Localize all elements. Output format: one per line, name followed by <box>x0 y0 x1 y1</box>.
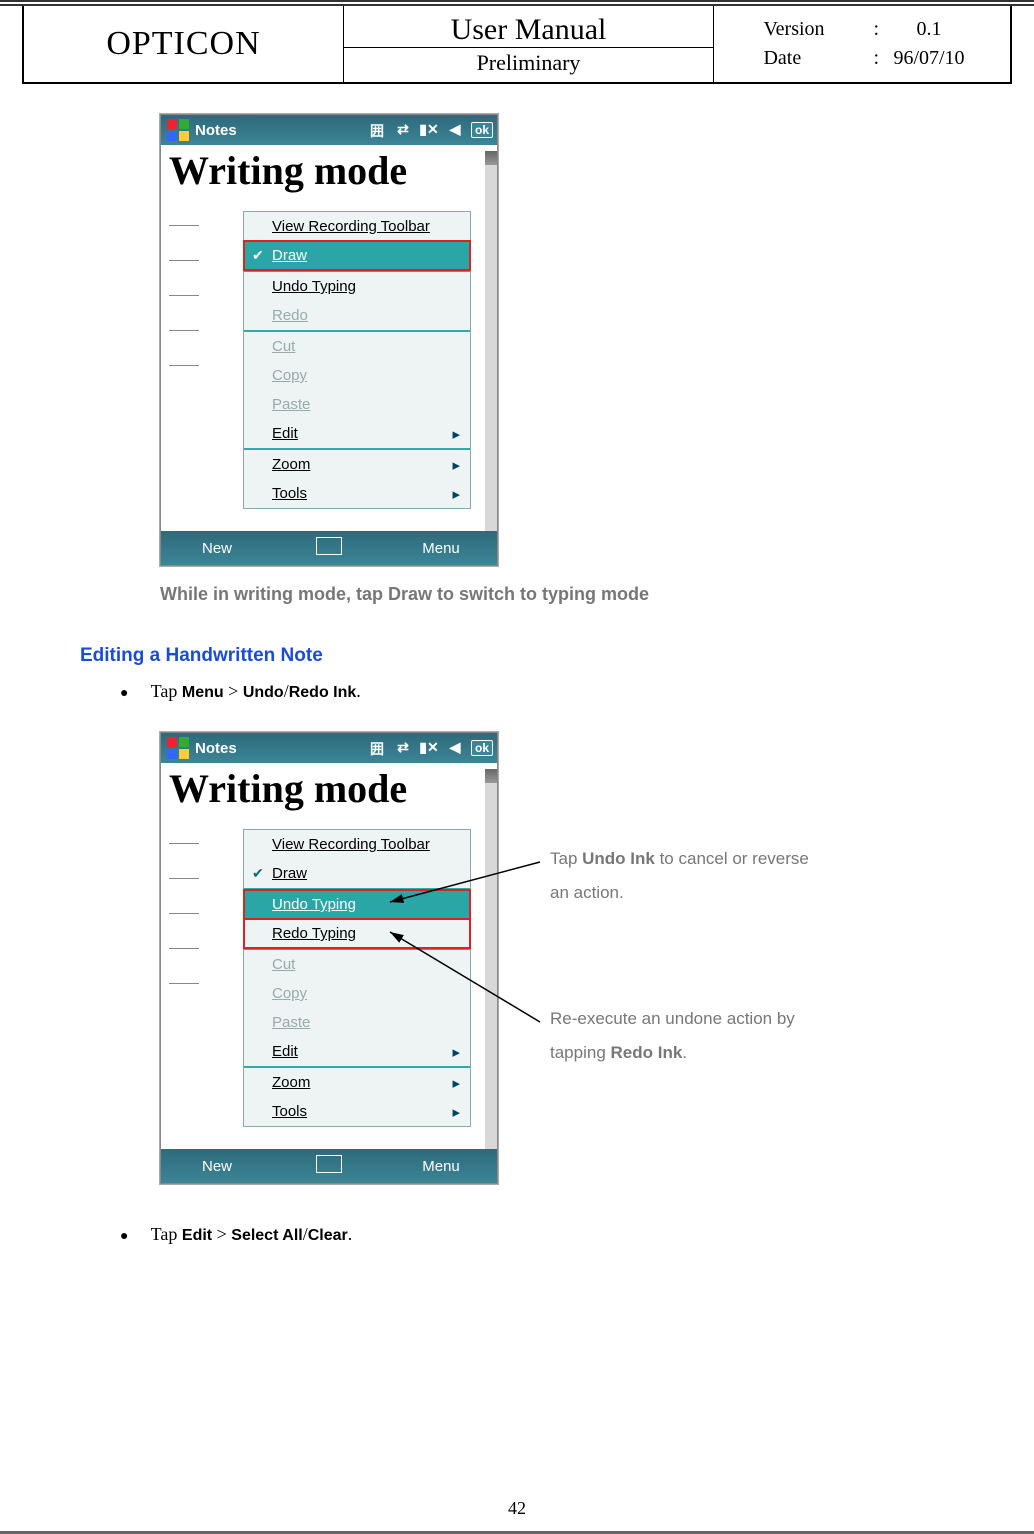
brand-text: OPTICON <box>106 25 260 63</box>
note-canvas[interactable]: Writing mode View Recording Toolbar Draw… <box>161 151 497 531</box>
soft-key-bar: New Menu <box>161 531 497 565</box>
menu-item-copy: Copy <box>244 979 470 1008</box>
ruled-line <box>169 913 199 914</box>
figure-caption-1: While in writing mode, tap Draw to switc… <box>160 584 1034 605</box>
window-titlebar: Notes 囲 ⇄ ▮✕ ◀ ok <box>161 733 497 763</box>
scrollbar-thumb[interactable] <box>485 769 497 783</box>
menu-item-draw[interactable]: Draw <box>244 859 470 888</box>
version-value: 0.1 <box>893 18 964 41</box>
softkey-menu[interactable]: Menu <box>385 540 497 557</box>
sip-button[interactable] <box>273 537 385 559</box>
context-menu: View Recording Toolbar Draw Undo Typing … <box>243 211 471 509</box>
menu-item-redo-typing[interactable]: Redo Typing <box>244 919 470 948</box>
date-label: Date <box>763 47 873 70</box>
context-menu: View Recording Toolbar Draw Undo Typing … <box>243 829 471 1127</box>
menu-item-edit[interactable]: Edit▸ <box>244 1037 470 1066</box>
menu-item-copy: Copy <box>244 361 470 390</box>
submenu-arrow-icon: ▸ <box>452 1043 460 1061</box>
bullet-item: Tap Edit > Select All/Clear. <box>120 1224 1034 1245</box>
menu-item-zoom[interactable]: Zoom▸ <box>244 450 470 479</box>
signal-icon[interactable]: ▮✕ <box>419 121 439 139</box>
handwriting-text: Writing mode <box>169 769 485 809</box>
start-icon[interactable] <box>167 119 189 141</box>
note-canvas[interactable]: Writing mode View Recording Toolbar Draw… <box>161 769 497 1149</box>
volume-icon[interactable]: ◀ <box>445 739 465 757</box>
soft-key-bar: New Menu <box>161 1149 497 1183</box>
menu-item-paste: Paste <box>244 390 470 419</box>
ruled-line <box>169 365 199 366</box>
menu-item-zoom[interactable]: Zoom▸ <box>244 1068 470 1097</box>
menu-item-draw[interactable]: Draw <box>244 241 470 270</box>
callout-redo: Re-execute an undone action by tapping R… <box>550 1002 810 1070</box>
ok-button[interactable]: ok <box>471 122 493 138</box>
doc-title: User Manual <box>344 13 713 47</box>
softkey-new[interactable]: New <box>161 540 273 557</box>
menu-item-cut: Cut <box>244 332 470 361</box>
colon: : <box>873 47 893 70</box>
page-number: 42 <box>0 1498 1034 1519</box>
menu-item-undo-typing[interactable]: Undo Typing <box>244 890 470 919</box>
connectivity-icon[interactable]: ⇄ <box>393 739 413 757</box>
app-title: Notes <box>195 740 237 757</box>
menu-item-undo-typing[interactable]: Undo Typing <box>244 272 470 301</box>
sip-button[interactable] <box>273 1155 385 1177</box>
ruled-line <box>169 330 199 331</box>
scrollbar-thumb[interactable] <box>485 151 497 165</box>
keyboard-icon <box>316 537 342 555</box>
ruled-line <box>169 983 199 984</box>
menu-item-edit[interactable]: Edit▸ <box>244 419 470 448</box>
window-titlebar: Notes 囲 ⇄ ▮✕ ◀ ok <box>161 115 497 145</box>
ime-icon[interactable]: 囲 <box>367 121 387 139</box>
menu-item-tools[interactable]: Tools▸ <box>244 1097 470 1126</box>
signal-icon[interactable]: ▮✕ <box>419 739 439 757</box>
ruled-line <box>169 295 199 296</box>
app-title: Notes <box>195 122 237 139</box>
menu-item-view-recording-toolbar[interactable]: View Recording Toolbar <box>244 830 470 859</box>
section-heading: Editing a Handwritten Note <box>80 645 1034 667</box>
screenshot-2: Notes 囲 ⇄ ▮✕ ◀ ok Writing mode View Reco… <box>160 732 498 1184</box>
ruled-line <box>169 225 199 226</box>
callout-undo: Tap Undo Ink to cancel or reverse an act… <box>550 842 810 910</box>
ruled-line <box>169 260 199 261</box>
date-value: 96/07/10 <box>893 47 964 70</box>
bullet-item: Tap Menu > Undo/Redo Ink. <box>120 681 1034 702</box>
meta-cell: Version : 0.1 Date : 96/07/10 <box>714 6 1014 82</box>
doc-subtitle: Preliminary <box>344 47 713 76</box>
softkey-new[interactable]: New <box>161 1158 273 1175</box>
title-cell: User Manual Preliminary <box>344 6 714 82</box>
volume-icon[interactable]: ◀ <box>445 121 465 139</box>
menu-item-cut: Cut <box>244 950 470 979</box>
ok-button[interactable]: ok <box>471 740 493 756</box>
colon: : <box>873 18 893 41</box>
submenu-arrow-icon: ▸ <box>452 1103 460 1121</box>
version-label: Version <box>763 18 873 41</box>
softkey-menu[interactable]: Menu <box>385 1158 497 1175</box>
ruled-line <box>169 878 199 879</box>
menu-item-view-recording-toolbar[interactable]: View Recording Toolbar <box>244 212 470 241</box>
doc-header: OPTICON User Manual Preliminary Version … <box>22 6 1012 84</box>
menu-item-paste: Paste <box>244 1008 470 1037</box>
menu-item-tools[interactable]: Tools▸ <box>244 479 470 508</box>
start-icon[interactable] <box>167 737 189 759</box>
keyboard-icon <box>316 1155 342 1173</box>
submenu-arrow-icon: ▸ <box>452 456 460 474</box>
screenshot-1: Notes 囲 ⇄ ▮✕ ◀ ok Writing mode View Reco… <box>160 114 498 566</box>
ime-icon[interactable]: 囲 <box>367 739 387 757</box>
submenu-arrow-icon: ▸ <box>452 485 460 503</box>
submenu-arrow-icon: ▸ <box>452 425 460 443</box>
handwriting-text: Writing mode <box>169 151 485 191</box>
brand-cell: OPTICON <box>24 6 344 82</box>
menu-item-redo: Redo <box>244 301 470 330</box>
ruled-line <box>169 843 199 844</box>
submenu-arrow-icon: ▸ <box>452 1074 460 1092</box>
connectivity-icon[interactable]: ⇄ <box>393 121 413 139</box>
ruled-line <box>169 948 199 949</box>
